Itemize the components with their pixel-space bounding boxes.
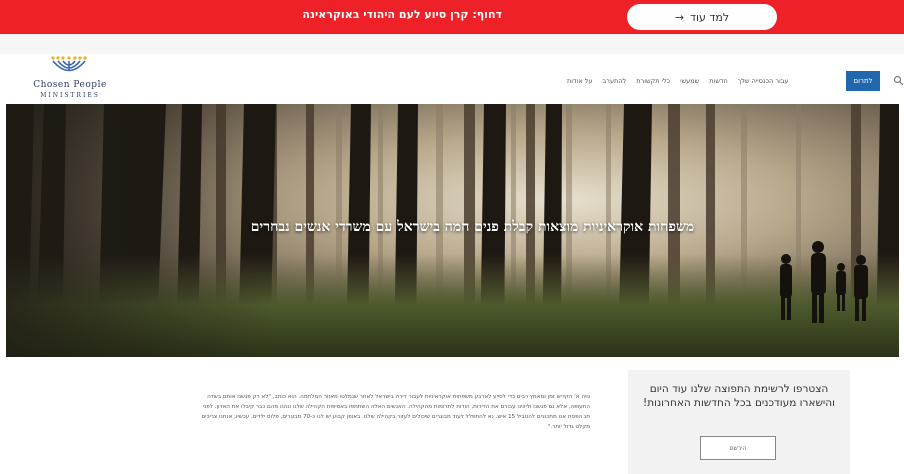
newsletter-text: הצטרפו לרשימת התפוצה שלנו עוד היום והישא… (643, 383, 835, 409)
learn-more-label: למד עוד (690, 10, 730, 24)
alert-bar: דחוף: קרן סיוע לעם היהודי באוקראינה → למ… (0, 0, 904, 34)
hero-banner: משפחות אוקראיניות מוצאות קבלת פנים חמה ב… (6, 104, 899, 357)
nav-item-ministries[interactable]: שמעשי (675, 73, 704, 89)
nav-item-news[interactable]: חדשות (704, 73, 732, 89)
nav-item-about[interactable]: על אודות (562, 73, 598, 89)
arrow-right-icon: → (674, 10, 685, 24)
nav-item-media[interactable]: כלי תקשורת (631, 73, 675, 89)
subscribe-button[interactable]: הירשם (700, 436, 776, 460)
alert-text: דחוף: קרן סיוע לעם היהודי באוקראינה (302, 8, 502, 21)
header-spacer (0, 34, 904, 54)
site-header: Chosen People MINISTRIES עבור הכנסייה של… (0, 54, 904, 104)
main-nav: עבור הכנסייה שלך חדשות שמעשי כלי תקשורת … (562, 72, 794, 90)
newsletter-box: הצטרפו לרשימת התפוצה שלנו עוד היום והישא… (628, 370, 850, 474)
article-excerpt: נויה א' הקדיש זמן ומאמץ רבים כדי לסייע ל… (201, 394, 590, 430)
menorah-logo-icon (51, 56, 87, 72)
hero-title: משפחות אוקראיניות מוצאות קבלת פנים חמה ב… (250, 219, 695, 235)
donate-button[interactable]: לתרום (846, 71, 880, 91)
learn-more-button[interactable]: → למד עוד (627, 4, 777, 30)
site-logo[interactable]: Chosen People MINISTRIES (22, 56, 118, 102)
nav-item-get-involved[interactable]: להתערב (598, 73, 632, 89)
nav-item-for-your-church[interactable]: עבור הכנסייה שלך (733, 73, 794, 89)
logo-subtitle: MINISTRIES (40, 92, 100, 99)
search-icon[interactable] (893, 75, 904, 86)
logo-name: Chosen People (33, 80, 107, 90)
